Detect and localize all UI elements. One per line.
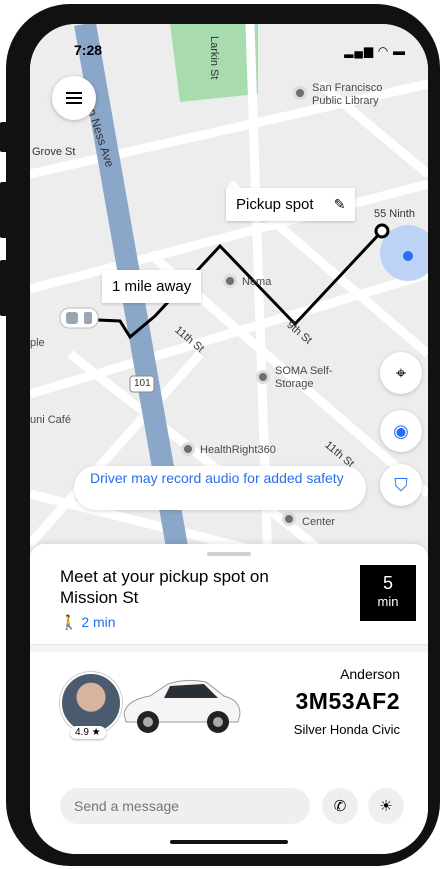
message-input[interactable] xyxy=(60,788,310,824)
poi-55-ninth: 55 Ninth xyxy=(374,208,415,220)
poi-library: San Francisco Public Library xyxy=(312,82,383,107)
sun-icon: ☀ xyxy=(379,798,393,815)
street-label-grove: Grove St xyxy=(32,146,76,158)
driver-rating: 4.9 ★ xyxy=(70,726,106,739)
safety-notice-text: Driver may record audio for added safety xyxy=(90,470,344,486)
safety-notice-banner[interactable]: Driver may record audio for added safety xyxy=(74,466,366,510)
audio-wave-icon: ◉ xyxy=(393,420,409,441)
mute-switch xyxy=(0,122,8,152)
nema-pin-icon xyxy=(223,274,237,288)
eta-value: 5 xyxy=(382,573,393,593)
audio-recording-button[interactable]: ◉ xyxy=(380,410,422,452)
call-button[interactable]: ✆ xyxy=(322,788,358,824)
soma-storage-pin-icon xyxy=(256,370,270,384)
poi-soma-storage: SOMA Self-Storage xyxy=(275,365,333,390)
poi-cafe: uni Café xyxy=(30,414,71,426)
map-view[interactable]: Larkin St Van Ness Ave Grove St 11th St … xyxy=(30,24,428,564)
poi-center: Center xyxy=(302,516,336,528)
app-screen: Larkin St Van Ness Ave Grove St 11th St … xyxy=(30,24,428,854)
driver-avatar[interactable] xyxy=(60,672,122,734)
car-image xyxy=(123,679,241,733)
crosshair-icon: ⌖ xyxy=(395,362,407,383)
healthright-pin-icon xyxy=(181,442,195,456)
recenter-button[interactable]: ⌖ xyxy=(380,352,422,394)
car-model: Silver Honda Civic xyxy=(293,722,400,737)
more-button[interactable]: ☀ xyxy=(368,788,404,824)
poi-healthright: HealthRight360 xyxy=(200,444,276,456)
shield-icon: ⛉ xyxy=(394,474,408,495)
center-pin-icon xyxy=(282,512,296,526)
volume-up-button xyxy=(0,182,8,238)
hamburger-icon xyxy=(66,92,82,94)
volume-down-button xyxy=(0,260,8,316)
phone-icon: ✆ xyxy=(333,798,347,815)
menu-button[interactable] xyxy=(52,76,96,120)
phone-frame: Larkin St Van Ness Ave Grove St 11th St … xyxy=(0,4,440,866)
status-icons: ▂▄▆ ◠ ▬ xyxy=(344,44,406,58)
pickup-spot-callout[interactable]: Pickup spot ✎ xyxy=(226,188,356,221)
eta-unit: min xyxy=(377,594,399,609)
edit-pencil-icon[interactable]: ✎ xyxy=(334,196,346,213)
library-pin-icon xyxy=(293,86,307,100)
poi-nema: Nema xyxy=(242,276,272,288)
meet-instruction: Meet at your pickup spot on Mission St xyxy=(60,567,269,607)
highway-101-label: 101 xyxy=(134,378,151,389)
distance-callout: 1 mile away xyxy=(102,270,202,303)
distance-label: 1 mile away xyxy=(112,278,192,295)
license-plate: 3M53AF2 xyxy=(295,688,400,714)
safety-shield-button[interactable]: ⛉ xyxy=(380,464,422,506)
pickup-spot-label: Pickup spot xyxy=(236,196,314,213)
sheet-grabber[interactable] xyxy=(207,552,251,556)
status-time: 7:28 xyxy=(74,42,103,58)
driver-name: Anderson xyxy=(340,666,400,682)
trip-sheet: Meet at your pickup spot on Mission St 🚶… xyxy=(30,544,428,854)
home-indicator[interactable] xyxy=(170,840,288,844)
poi-ple: ple xyxy=(30,337,45,349)
street-label-larkin: Larkin St xyxy=(208,36,220,80)
section-divider xyxy=(30,644,428,652)
eta-badge: 5 min xyxy=(360,565,416,621)
walk-time: 🚶 2 min xyxy=(60,614,116,630)
